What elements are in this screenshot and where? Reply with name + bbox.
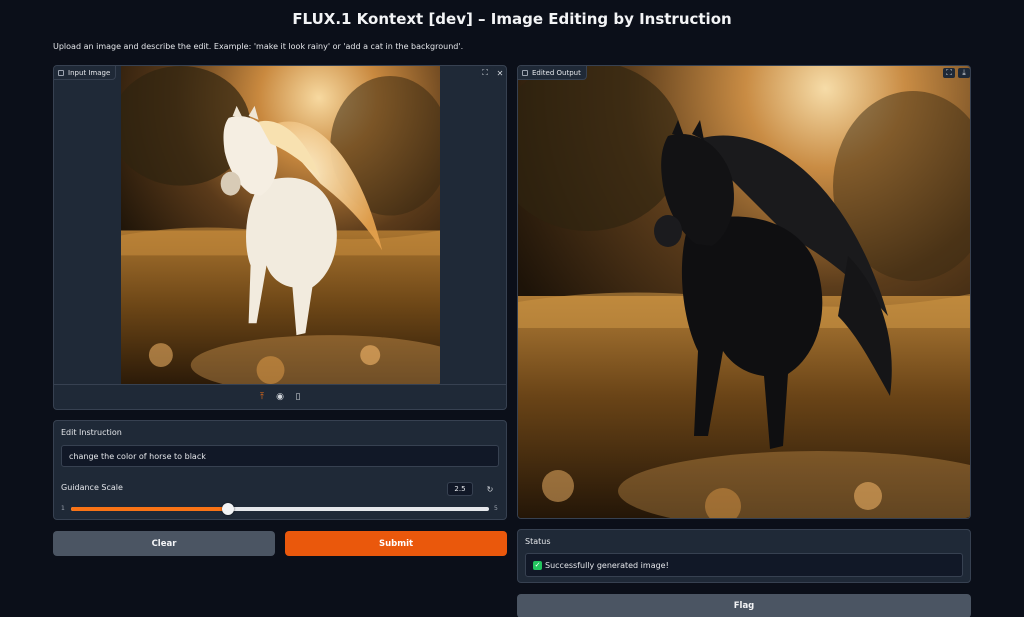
status-output: ✓ Successfully generated image! bbox=[525, 553, 963, 577]
flag-button[interactable]: Flag bbox=[517, 594, 971, 617]
input-image-label: Input Image bbox=[68, 68, 111, 77]
input-image-panel: Input Image ⛶ ✕ ⤒ ◉ ▯ bbox=[53, 65, 507, 410]
page-description: Upload an image and describe the edit. E… bbox=[53, 42, 464, 51]
image-icon bbox=[58, 69, 64, 76]
clipboard-icon[interactable]: ▯ bbox=[293, 392, 303, 402]
check-icon: ✓ bbox=[533, 560, 542, 570]
input-image-art bbox=[121, 66, 440, 385]
clear-button[interactable]: Clear bbox=[53, 531, 275, 556]
guidance-scale-number[interactable]: 2.5 bbox=[447, 482, 473, 496]
submit-button[interactable]: Submit bbox=[285, 531, 507, 556]
reset-icon[interactable]: ↻ bbox=[482, 482, 498, 496]
input-image-label-chip: Input Image bbox=[54, 66, 117, 80]
guidance-min-label: 1 bbox=[61, 505, 65, 512]
edited-output-image bbox=[518, 66, 970, 518]
edited-output-label: Edited Output bbox=[532, 68, 581, 77]
close-icon[interactable]: ✕ bbox=[494, 68, 506, 78]
edit-controls-panel: Edit Instruction change the color of hor… bbox=[53, 420, 507, 520]
input-image[interactable] bbox=[121, 66, 440, 385]
guidance-slider[interactable] bbox=[71, 503, 489, 515]
edited-output-panel: Edited Output ⛶ ⤓ bbox=[517, 65, 971, 519]
fullscreen-icon[interactable]: ⛶ bbox=[943, 68, 955, 78]
guidance-slider-thumb[interactable] bbox=[221, 503, 234, 515]
guidance-slider-fill bbox=[71, 507, 228, 511]
page-title: FLUX.1 Kontext [dev] – Image Editing by … bbox=[292, 10, 732, 28]
guidance-max-label: 5 bbox=[494, 505, 498, 512]
edit-instruction-input[interactable]: change the color of horse to black bbox=[61, 445, 499, 467]
status-panel: Status ✓ Successfully generated image! bbox=[517, 529, 971, 583]
image-icon bbox=[522, 69, 528, 76]
download-icon[interactable]: ⤓ bbox=[958, 68, 970, 78]
webcam-icon[interactable]: ◉ bbox=[275, 392, 285, 402]
status-label: Status bbox=[525, 537, 551, 546]
guidance-scale-label: Guidance Scale bbox=[61, 483, 123, 492]
upload-icon[interactable]: ⤒ bbox=[257, 392, 267, 402]
edit-instruction-label: Edit Instruction bbox=[61, 428, 122, 437]
fullscreen-icon[interactable]: ⛶ bbox=[479, 68, 491, 78]
input-image-toolbar: ⤒ ◉ ▯ bbox=[54, 384, 506, 409]
status-text: Successfully generated image! bbox=[545, 560, 669, 570]
edited-output-image-art bbox=[518, 66, 970, 518]
edited-output-label-chip: Edited Output bbox=[518, 66, 587, 80]
